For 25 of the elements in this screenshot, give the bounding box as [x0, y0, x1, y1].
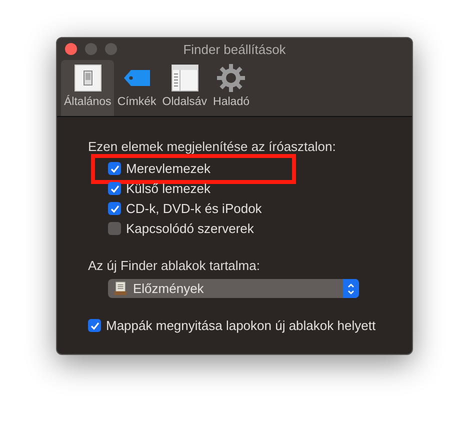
- checkmark-icon: [108, 202, 120, 214]
- checkmark-icon: [88, 320, 100, 332]
- checkmark-icon: [108, 162, 120, 174]
- zoom-button[interactable]: [105, 43, 117, 55]
- window-title: Finder beállítások: [183, 42, 286, 56]
- stepper-arrows-icon: [343, 279, 359, 298]
- checkbox[interactable]: Merevlemezek: [108, 161, 412, 176]
- toolbar-tab[interactable]: Általános: [61, 60, 114, 116]
- toolbar-tab[interactable]: Haladó: [210, 60, 252, 116]
- popup-menu[interactable]: Előzmények: [108, 279, 359, 298]
- toolbar-tab[interactable]: Oldalsáv: [159, 60, 210, 116]
- checkbox[interactable]: Kapcsolódó szerverek: [108, 221, 412, 236]
- sidebar-window-icon: [170, 63, 200, 93]
- field-label: Az új Finder ablakok tartalma:: [88, 258, 261, 273]
- settings-icon: [216, 63, 246, 93]
- toolbar-tab[interactable]: Címkék: [114, 60, 160, 116]
- minimize-button[interactable]: [85, 43, 97, 55]
- checkbox[interactable]: Mappák megnyitása lapokon új ablakok helyett: [88, 318, 412, 333]
- checkbox[interactable]: CD-k, DVD-k és iPodok: [108, 201, 412, 216]
- document-stack-icon: [114, 281, 127, 296]
- close-button[interactable]: [65, 43, 77, 55]
- section-heading: Ezen elemek megjelenítése az íróasztalon:: [88, 139, 337, 154]
- checkbox[interactable]: Külső lemezek: [108, 181, 412, 196]
- checkmark-icon: [108, 182, 120, 194]
- switch-icon: [72, 63, 103, 93]
